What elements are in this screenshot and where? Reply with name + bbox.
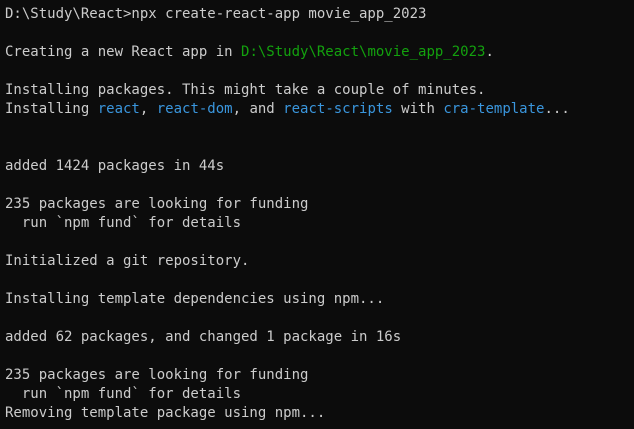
terminal-text: Installing packages. This might take a c…: [5, 82, 486, 98]
terminal-line: D:\Study\React>npx create-react-app movi…: [5, 5, 634, 24]
terminal-line: Installing packages. This might take a c…: [5, 81, 634, 100]
terminal-line: Creating a new React app in D:\Study\Rea…: [5, 43, 634, 62]
terminal-text: Removing template package using npm...: [5, 405, 326, 421]
terminal-line: Initialized a git repository.: [5, 252, 634, 271]
terminal-text: 235 packages are looking for funding: [5, 367, 309, 383]
terminal-line: Installing react, react-dom, and react-s…: [5, 100, 634, 119]
terminal-text: added 62 packages, and changed 1 package…: [5, 329, 402, 345]
terminal-text: 235 packages are looking for funding: [5, 196, 309, 212]
terminal-line: 235 packages are looking for funding: [5, 366, 634, 385]
terminal-text: Initialized a git repository.: [5, 253, 250, 269]
terminal-line: 235 packages are looking for funding: [5, 195, 634, 214]
terminal-text: ,: [139, 101, 157, 117]
terminal-highlight-text: react-scripts: [283, 101, 393, 117]
terminal-text: D:\Study\React>npx create-react-app movi…: [5, 6, 427, 22]
terminal-highlight-text: react-dom: [156, 101, 233, 117]
terminal-text: , and: [232, 101, 284, 117]
terminal-line: run `npm fund` for details: [5, 385, 634, 404]
terminal-highlight-text: cra-template: [443, 101, 545, 117]
terminal-text: added 1424 packages in 44s: [5, 158, 225, 174]
terminal-text: Installing template dependencies using n…: [5, 291, 385, 307]
terminal-line: Installing template dependencies using n…: [5, 290, 634, 309]
terminal-text: run `npm fund` for details: [5, 215, 242, 231]
terminal-text: Creating a new React app in: [5, 44, 242, 60]
terminal-output[interactable]: D:\Study\React>npx create-react-app movi…: [0, 0, 634, 429]
terminal-line: run `npm fund` for details: [5, 214, 634, 233]
terminal-line: added 1424 packages in 44s: [5, 157, 634, 176]
terminal-highlight-text: react: [97, 101, 140, 117]
terminal-text: run `npm fund` for details: [5, 386, 242, 402]
terminal-text: with: [392, 101, 444, 117]
terminal-text: .: [485, 44, 494, 60]
terminal-text: Installing: [5, 101, 98, 117]
terminal-text: ...: [544, 101, 570, 117]
terminal-line: Removing template package using npm...: [5, 404, 634, 423]
terminal-highlight-text: D:\Study\React\movie_app_2023: [241, 44, 486, 60]
terminal-line: added 62 packages, and changed 1 package…: [5, 328, 634, 347]
